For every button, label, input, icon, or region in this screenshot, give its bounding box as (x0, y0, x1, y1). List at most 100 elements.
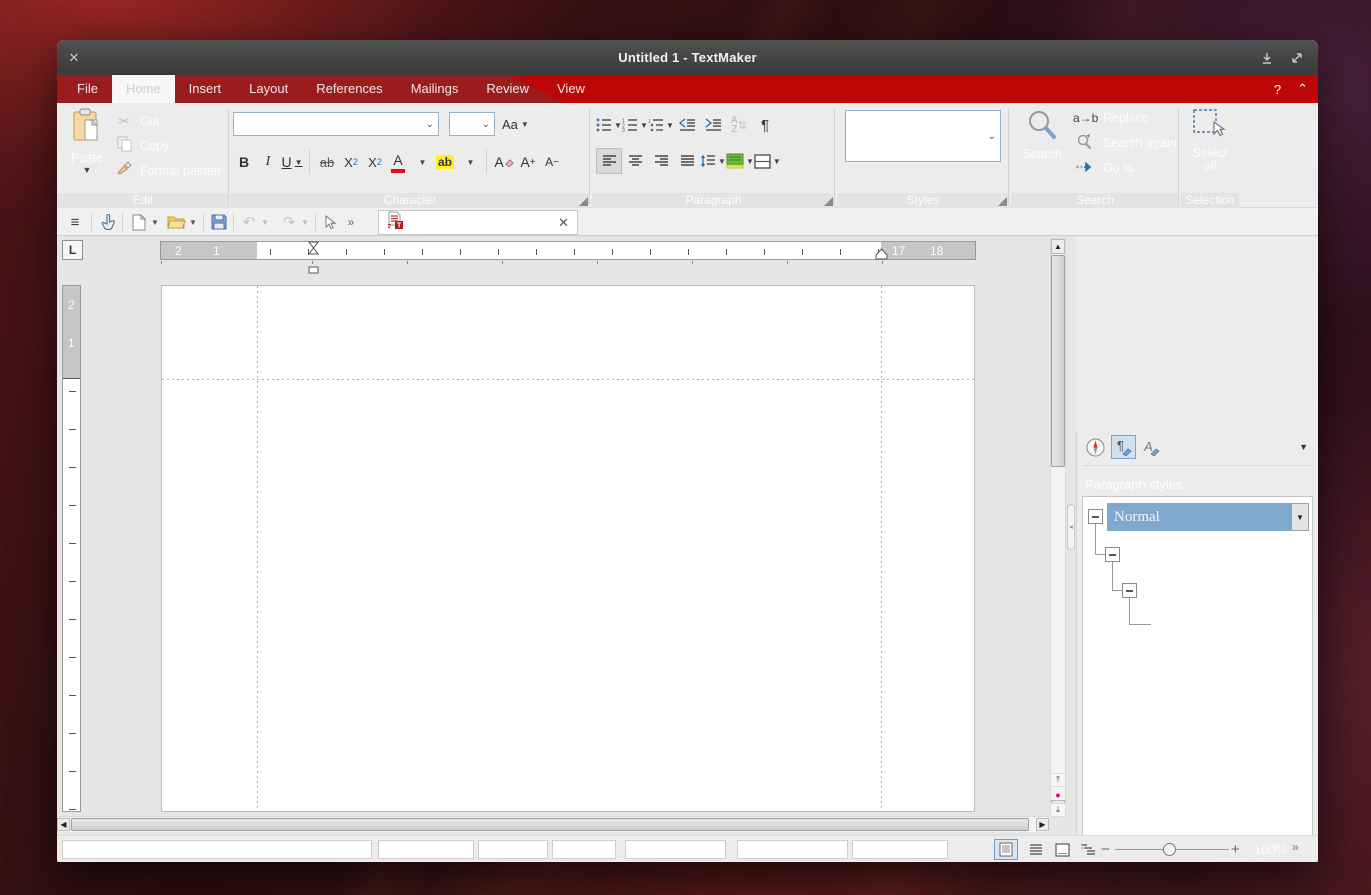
sidebar-tab-character-styles[interactable]: A (1139, 435, 1164, 459)
menu-insert[interactable]: Insert (175, 75, 236, 103)
format-painter-button[interactable]: Format painter (115, 161, 221, 181)
tab-type-selector[interactable]: L (62, 240, 83, 260)
horizontal-scrollbar-thumb[interactable] (71, 818, 1029, 831)
new-document-button[interactable] (129, 211, 149, 233)
search-again-button[interactable]: Search again (1073, 134, 1177, 152)
vertical-scrollbar-thumb[interactable] (1051, 255, 1065, 467)
vertical-scrollbar[interactable]: ▲ ▼ (1050, 238, 1066, 816)
copy-button[interactable]: Copy (115, 136, 169, 156)
styles-dialog-launcher[interactable] (998, 197, 1007, 206)
tree-collapse-box[interactable] (1088, 509, 1103, 524)
undo-dropdown[interactable]: ▼ (259, 211, 271, 233)
cut-button[interactable]: ✂ Cut (115, 111, 159, 131)
indent-base-marker[interactable] (308, 261, 319, 279)
styles-combo[interactable]: ⌄ (845, 110, 1001, 162)
horizontal-ruler[interactable]: 2 1 17 18 (160, 241, 976, 260)
enlarge-font-button[interactable]: A+ (516, 149, 540, 175)
window-minimize-button[interactable] (1258, 49, 1276, 67)
font-name-combo[interactable]: ⌄ (233, 112, 439, 136)
paste-button[interactable]: Paste ▼ (65, 108, 109, 192)
scroll-up-button[interactable]: ▲ (1051, 239, 1065, 254)
browse-object-button[interactable]: ● (1050, 788, 1066, 802)
paragraph-dialog-launcher[interactable] (824, 197, 833, 206)
sidebar-menu-dropdown[interactable]: ▼ (1299, 442, 1308, 452)
select-all-button[interactable]: Select all (1185, 108, 1235, 173)
tree-collapse-box[interactable] (1105, 547, 1120, 562)
window-close-button[interactable]: ✕ (65, 49, 83, 67)
justify-button[interactable] (674, 148, 700, 174)
line-spacing-button[interactable]: ▼ (700, 148, 726, 174)
underline-button[interactable]: U▼ (280, 149, 304, 175)
window-maximize-button[interactable] (1288, 49, 1306, 67)
scroll-left-button[interactable]: ◀ (57, 818, 70, 831)
vertical-ruler[interactable]: 2 1 (62, 285, 81, 812)
menu-review[interactable]: Review (472, 75, 543, 103)
character-dialog-launcher[interactable] (579, 197, 588, 206)
borders-button[interactable]: ▼ (754, 148, 781, 174)
page-view-button[interactable] (994, 839, 1018, 860)
font-color-button[interactable]: A (387, 149, 409, 175)
redo-button[interactable]: ↷ (279, 211, 299, 233)
highlight-dropdown[interactable]: ▼ (457, 149, 481, 175)
align-right-button[interactable] (648, 148, 674, 174)
subscript-button[interactable]: X2 (339, 149, 363, 175)
italic-button[interactable]: I (256, 149, 280, 175)
formatting-marks-button[interactable]: ¶ (752, 112, 778, 138)
object-mode-button[interactable] (321, 211, 339, 233)
collapse-ribbon-button[interactable]: ⌃ (1297, 81, 1308, 97)
right-indent-marker[interactable] (875, 248, 888, 266)
menu-home[interactable]: Home (112, 75, 175, 103)
document-tab[interactable]: T ✕ (378, 210, 578, 235)
replace-button[interactable]: a→b Replace (1073, 109, 1177, 127)
redo-dropdown[interactable]: ▼ (299, 211, 311, 233)
shading-button[interactable]: ▼ (726, 148, 754, 174)
undo-button[interactable]: ↶ (239, 211, 259, 233)
sidebar-tab-navigation[interactable] (1083, 435, 1108, 459)
align-center-button[interactable] (622, 148, 648, 174)
menu-mailings[interactable]: Mailings (397, 75, 473, 103)
help-button[interactable]: ? (1274, 82, 1281, 97)
zoom-out-button[interactable]: − (1101, 839, 1115, 860)
previous-page-button[interactable]: ⤒ (1050, 773, 1066, 787)
sidebar-splitter-handle[interactable]: ◂ (1067, 504, 1075, 550)
reset-formatting-button[interactable]: A (492, 149, 516, 175)
menu-file[interactable]: File (63, 75, 112, 103)
search-button[interactable]: Search (1017, 108, 1067, 161)
reduce-font-button[interactable]: A− (540, 149, 564, 175)
superscript-button[interactable]: X2 (363, 149, 387, 175)
menu-view[interactable]: View (543, 75, 599, 103)
new-document-dropdown[interactable]: ▼ (149, 211, 161, 233)
change-case-button[interactable]: Aa ▼ (502, 111, 529, 137)
menu-references[interactable]: References (302, 75, 396, 103)
style-item-dropdown[interactable]: ▼ (1291, 503, 1309, 531)
sort-button[interactable]: AZ ⇅ (726, 112, 752, 138)
toolbar-overflow-button[interactable]: » (343, 211, 359, 233)
decrease-indent-button[interactable] (674, 112, 700, 138)
normal-view-button[interactable] (1024, 839, 1048, 860)
statusbar-overflow-button[interactable]: » (1292, 840, 1299, 854)
bullet-list-button[interactable]: ▼ (596, 112, 622, 138)
hamburger-menu-button[interactable]: ≡ (65, 211, 85, 233)
zoom-slider-knob[interactable] (1163, 843, 1176, 856)
styles-tree-listbox[interactable]: Normal ▼ (1082, 496, 1313, 862)
menu-layout[interactable]: Layout (235, 75, 302, 103)
increase-indent-button[interactable] (700, 112, 726, 138)
next-page-button[interactable]: ⤓ (1050, 803, 1066, 817)
font-size-combo[interactable]: ⌄ (449, 112, 495, 136)
open-document-button[interactable] (165, 211, 187, 233)
outline-view-button[interactable] (1076, 839, 1100, 860)
style-item-normal[interactable]: Normal (1107, 503, 1291, 531)
goto-button[interactable]: Go to (1073, 159, 1177, 177)
highlight-button[interactable]: ab (433, 149, 457, 175)
numbered-list-button[interactable]: 123 ▼ (622, 112, 648, 138)
scroll-right-button[interactable]: ▶ (1036, 818, 1049, 831)
zoom-in-button[interactable]: + (1231, 839, 1245, 860)
horizontal-scrollbar[interactable]: ◀ ▶ (57, 816, 1049, 832)
touch-mode-button[interactable] (98, 211, 118, 233)
tab-close-button[interactable]: ✕ (558, 215, 569, 231)
save-button[interactable] (209, 211, 229, 233)
document-page[interactable] (161, 285, 975, 812)
sidebar-tab-paragraph-styles[interactable]: ¶ (1111, 435, 1136, 459)
tree-collapse-box[interactable] (1122, 583, 1137, 598)
open-document-dropdown[interactable]: ▼ (187, 211, 199, 233)
